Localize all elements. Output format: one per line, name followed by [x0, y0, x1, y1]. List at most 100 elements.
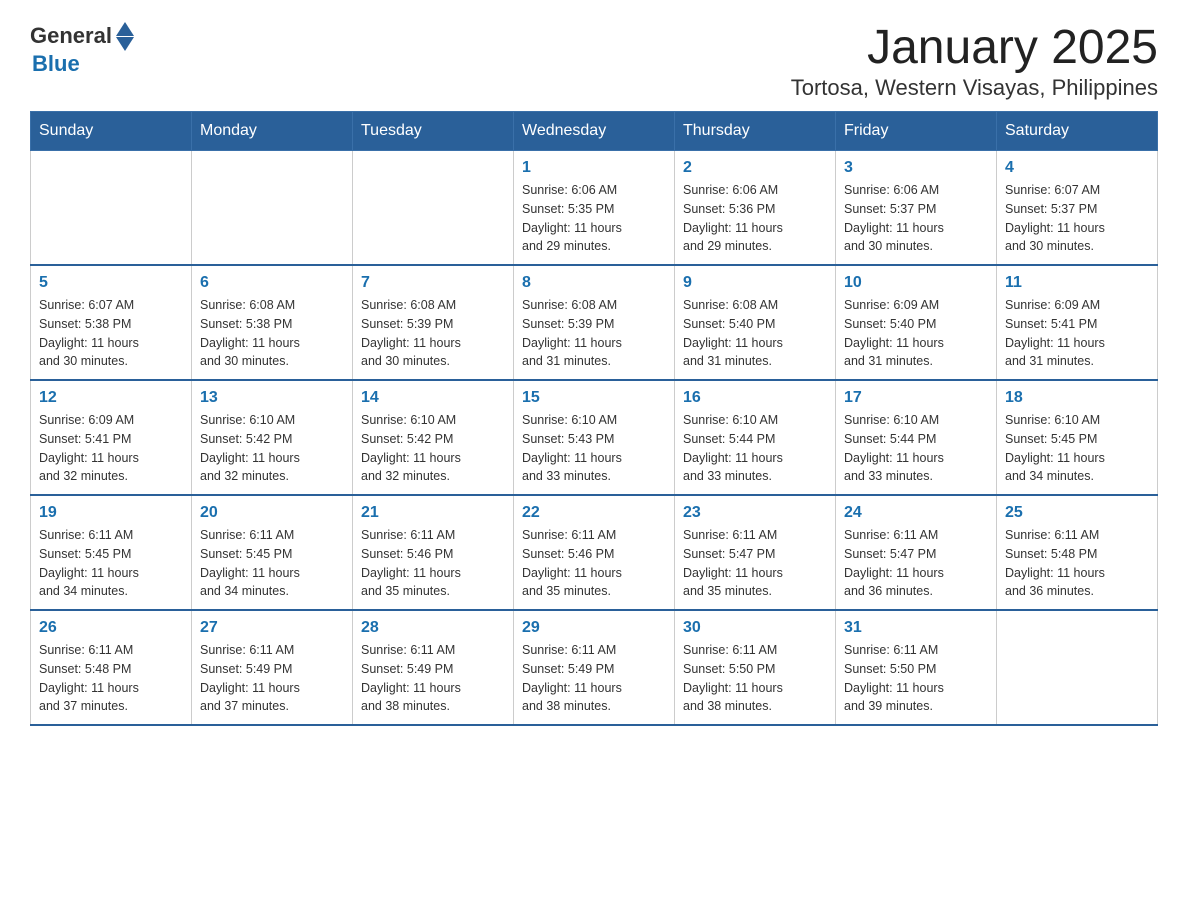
day-info: Sunrise: 6:11 AMSunset: 5:50 PMDaylight:…	[844, 641, 988, 716]
day-number: 6	[200, 274, 344, 292]
day-number: 25	[1005, 504, 1149, 522]
calendar-week-4: 19 Sunrise: 6:11 AMSunset: 5:45 PMDayligh…	[31, 495, 1158, 610]
calendar-header-monday: Monday	[192, 112, 353, 151]
day-info: Sunrise: 6:10 AMSunset: 5:42 PMDaylight:…	[200, 411, 344, 486]
calendar-week-1: 1Sunrise: 6:06 AMSunset: 5:35 PMDaylight…	[31, 151, 1158, 266]
calendar-cell: 24Sunrise: 6:11 AMSunset: 5:47 PMDayligh…	[836, 495, 997, 610]
logo: General Blue	[30, 20, 134, 77]
day-number: 17	[844, 389, 988, 407]
calendar-table: SundayMondayTuesdayWednesdayThursdayFrid…	[30, 111, 1158, 726]
calendar-cell: 14Sunrise: 6:10 AMSunset: 5:42 PMDayligh…	[353, 380, 514, 495]
calendar-cell: 22Sunrise: 6:11 AMSunset: 5:46 PMDayligh…	[514, 495, 675, 610]
calendar-cell: 8Sunrise: 6:08 AMSunset: 5:39 PMDaylight…	[514, 265, 675, 380]
calendar-cell: 20 Sunrise: 6:11 AMSunset: 5:45 PMDayligh…	[192, 495, 353, 610]
calendar-cell: 21 Sunrise: 6:11 AMSunset: 5:46 PMDayligh…	[353, 495, 514, 610]
calendar-cell: 3Sunrise: 6:06 AMSunset: 5:37 PMDaylight…	[836, 151, 997, 266]
day-info: Sunrise: 6:11 AMSunset: 5:49 PMDaylight:…	[522, 641, 666, 716]
day-info: Sunrise: 6:11 AMSunset: 5:46 PMDaylight:…	[361, 526, 505, 601]
day-info: Sunrise: 6:06 AMSunset: 5:35 PMDaylight:…	[522, 181, 666, 256]
day-info: Sunrise: 6:11 AMSunset: 5:45 PMDaylight:…	[200, 526, 344, 601]
calendar-week-2: 5 Sunrise: 6:07 AMSunset: 5:38 PMDaylight…	[31, 265, 1158, 380]
day-info: Sunrise: 6:10 AMSunset: 5:42 PMDaylight:…	[361, 411, 505, 486]
day-number: 29	[522, 619, 666, 637]
day-number: 13	[200, 389, 344, 407]
calendar-cell: 10 Sunrise: 6:09 AMSunset: 5:40 PMDayligh…	[836, 265, 997, 380]
page-subtitle: Tortosa, Western Visayas, Philippines	[791, 75, 1158, 101]
calendar-cell: 5 Sunrise: 6:07 AMSunset: 5:38 PMDaylight…	[31, 265, 192, 380]
day-number: 19	[39, 504, 183, 522]
calendar-cell: 23 Sunrise: 6:11 AMSunset: 5:47 PMDayligh…	[675, 495, 836, 610]
calendar-cell: 1Sunrise: 6:06 AMSunset: 5:35 PMDaylight…	[514, 151, 675, 266]
calendar-header-tuesday: Tuesday	[353, 112, 514, 151]
day-info: Sunrise: 6:09 AMSunset: 5:41 PMDaylight:…	[1005, 296, 1149, 371]
calendar-cell: 31 Sunrise: 6:11 AMSunset: 5:50 PMDayligh…	[836, 610, 997, 725]
day-number: 20	[200, 504, 344, 522]
calendar-cell: 12 Sunrise: 6:09 AMSunset: 5:41 PMDayligh…	[31, 380, 192, 495]
day-number: 31	[844, 619, 988, 637]
calendar-cell: 17 Sunrise: 6:10 AMSunset: 5:44 PMDayligh…	[836, 380, 997, 495]
calendar-header-friday: Friday	[836, 112, 997, 151]
page-title: January 2025	[791, 20, 1158, 75]
calendar-header-row: SundayMondayTuesdayWednesdayThursdayFrid…	[31, 112, 1158, 151]
page-header: General Blue January 2025 Tortosa, Weste…	[30, 20, 1158, 101]
day-info: Sunrise: 6:11 AMSunset: 5:48 PMDaylight:…	[39, 641, 183, 716]
day-info: Sunrise: 6:06 AMSunset: 5:37 PMDaylight:…	[844, 181, 988, 256]
day-number: 15	[522, 389, 666, 407]
calendar-header-thursday: Thursday	[675, 112, 836, 151]
calendar-cell: 6Sunrise: 6:08 AMSunset: 5:38 PMDaylight…	[192, 265, 353, 380]
day-number: 24	[844, 504, 988, 522]
calendar-header-saturday: Saturday	[997, 112, 1158, 151]
day-number: 16	[683, 389, 827, 407]
calendar-header-sunday: Sunday	[31, 112, 192, 151]
day-number: 12	[39, 389, 183, 407]
day-info: Sunrise: 6:08 AMSunset: 5:39 PMDaylight:…	[522, 296, 666, 371]
day-number: 28	[361, 619, 505, 637]
day-number: 5	[39, 274, 183, 292]
calendar-cell: 18 Sunrise: 6:10 AMSunset: 5:45 PMDayligh…	[997, 380, 1158, 495]
day-info: Sunrise: 6:07 AMSunset: 5:37 PMDaylight:…	[1005, 181, 1149, 256]
day-info: Sunrise: 6:07 AMSunset: 5:38 PMDaylight:…	[39, 296, 183, 371]
day-info: Sunrise: 6:10 AMSunset: 5:45 PMDaylight:…	[1005, 411, 1149, 486]
calendar-cell: 9 Sunrise: 6:08 AMSunset: 5:40 PMDaylight…	[675, 265, 836, 380]
day-number: 10	[844, 274, 988, 292]
calendar-cell: 28Sunrise: 6:11 AMSunset: 5:49 PMDayligh…	[353, 610, 514, 725]
day-info: Sunrise: 6:11 AMSunset: 5:48 PMDaylight:…	[1005, 526, 1149, 601]
day-info: Sunrise: 6:11 AMSunset: 5:49 PMDaylight:…	[200, 641, 344, 716]
day-info: Sunrise: 6:10 AMSunset: 5:44 PMDaylight:…	[844, 411, 988, 486]
calendar-week-5: 26 Sunrise: 6:11 AMSunset: 5:48 PMDayligh…	[31, 610, 1158, 725]
calendar-cell	[192, 151, 353, 266]
day-info: Sunrise: 6:10 AMSunset: 5:44 PMDaylight:…	[683, 411, 827, 486]
day-number: 30	[683, 619, 827, 637]
calendar-cell	[997, 610, 1158, 725]
day-number: 21	[361, 504, 505, 522]
day-info: Sunrise: 6:06 AMSunset: 5:36 PMDaylight:…	[683, 181, 827, 256]
day-number: 11	[1005, 274, 1149, 292]
calendar-cell: 29 Sunrise: 6:11 AMSunset: 5:49 PMDayligh…	[514, 610, 675, 725]
day-number: 18	[1005, 389, 1149, 407]
day-number: 4	[1005, 159, 1149, 177]
calendar-cell: 15 Sunrise: 6:10 AMSunset: 5:43 PMDayligh…	[514, 380, 675, 495]
calendar-cell: 26 Sunrise: 6:11 AMSunset: 5:48 PMDayligh…	[31, 610, 192, 725]
day-info: Sunrise: 6:09 AMSunset: 5:41 PMDaylight:…	[39, 411, 183, 486]
calendar-cell: 27Sunrise: 6:11 AMSunset: 5:49 PMDayligh…	[192, 610, 353, 725]
day-info: Sunrise: 6:10 AMSunset: 5:43 PMDaylight:…	[522, 411, 666, 486]
day-number: 26	[39, 619, 183, 637]
day-info: Sunrise: 6:08 AMSunset: 5:40 PMDaylight:…	[683, 296, 827, 371]
calendar-cell: 16 Sunrise: 6:10 AMSunset: 5:44 PMDayligh…	[675, 380, 836, 495]
calendar-cell	[31, 151, 192, 266]
calendar-cell: 19Sunrise: 6:11 AMSunset: 5:45 PMDayligh…	[31, 495, 192, 610]
calendar-cell: 11 Sunrise: 6:09 AMSunset: 5:41 PMDayligh…	[997, 265, 1158, 380]
day-number: 22	[522, 504, 666, 522]
logo-text-blue: Blue	[32, 51, 80, 77]
day-info: Sunrise: 6:08 AMSunset: 5:39 PMDaylight:…	[361, 296, 505, 371]
day-number: 9	[683, 274, 827, 292]
logo-text-general: General	[30, 23, 112, 49]
day-info: Sunrise: 6:11 AMSunset: 5:47 PMDaylight:…	[683, 526, 827, 601]
title-block: January 2025 Tortosa, Western Visayas, P…	[791, 20, 1158, 101]
day-number: 23	[683, 504, 827, 522]
day-info: Sunrise: 6:09 AMSunset: 5:40 PMDaylight:…	[844, 296, 988, 371]
calendar-cell	[353, 151, 514, 266]
calendar-cell: 25 Sunrise: 6:11 AMSunset: 5:48 PMDayligh…	[997, 495, 1158, 610]
calendar-week-3: 12 Sunrise: 6:09 AMSunset: 5:41 PMDayligh…	[31, 380, 1158, 495]
calendar-cell: 13 Sunrise: 6:10 AMSunset: 5:42 PMDayligh…	[192, 380, 353, 495]
